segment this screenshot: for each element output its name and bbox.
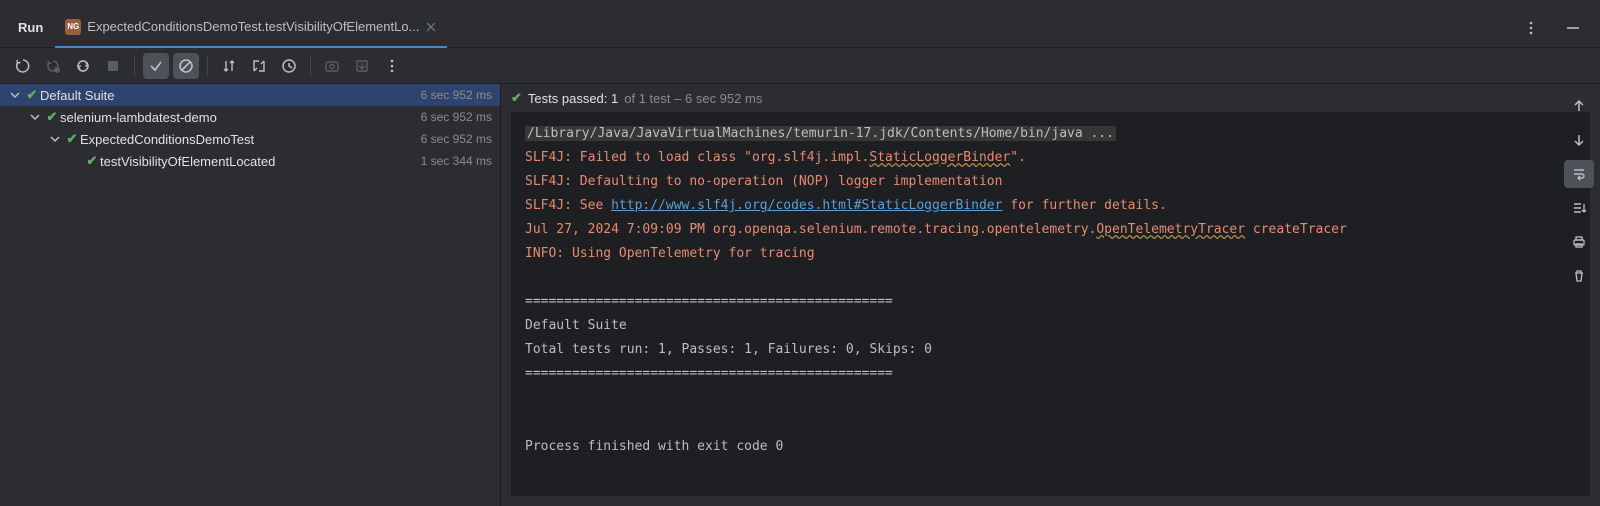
pass-check-icon: ✔ [84, 153, 100, 169]
testng-file-icon: NG [65, 19, 81, 35]
run-tool-header: Run NG ExpectedConditionsDemoTest.testVi… [0, 8, 1600, 48]
rerun-failed-icon[interactable] [40, 53, 66, 79]
pass-check-icon: ✔ [64, 131, 80, 147]
test-node-name: Default Suite [40, 88, 421, 103]
partial-tab-peek: LambdaTestECommerceTests [130, 0, 303, 1]
close-tab-icon[interactable] [425, 21, 437, 33]
test-tree-row[interactable]: ✔ExpectedConditionsDemoTest6 sec 952 ms [0, 128, 500, 150]
console-java-path: /Library/Java/JavaVirtualMachines/temuri… [525, 126, 1116, 141]
summary-dash: – [674, 91, 681, 106]
toolbar-divider [207, 56, 208, 76]
soft-wrap-icon[interactable] [1564, 160, 1594, 188]
show-ignored-icon[interactable] [173, 53, 199, 79]
console-line: Jul 27, 2024 7:09:09 PM org.openqa.selen… [525, 222, 1096, 237]
console-separator: ========================================… [525, 294, 893, 309]
stop-icon[interactable] [100, 53, 126, 79]
rerun-icon[interactable] [10, 53, 36, 79]
test-node-time: 1 sec 344 ms [421, 154, 492, 168]
sort-icon[interactable] [216, 53, 242, 79]
test-tree-row[interactable]: ✔testVisibilityOfElementLocated1 sec 344… [0, 150, 500, 172]
check-icon: ✔ [511, 90, 522, 106]
test-node-time: 6 sec 952 ms [421, 132, 492, 146]
console-separator: ========================================… [525, 366, 893, 381]
console-line: SLF4J: Failed to load class "org.slf4j.i… [525, 150, 869, 165]
test-tree[interactable]: ✔Default Suite6 sec 952 ms✔selenium-lamb… [0, 84, 500, 506]
toolbar-divider [310, 56, 311, 76]
summary-prefix: Tests passed: [528, 91, 608, 106]
console-link[interactable]: http://www.slf4j.org/codes.html#StaticLo… [611, 198, 1002, 213]
console-line: StaticLoggerBinder [869, 150, 1010, 165]
summary-passed-count: 1 [611, 91, 618, 106]
clear-all-icon[interactable] [1564, 262, 1594, 290]
test-node-name: selenium-lambdatest-demo [60, 110, 421, 125]
test-node-name: testVisibilityOfElementLocated [100, 154, 421, 169]
summary-of: of 1 test [624, 91, 670, 106]
minimize-icon[interactable] [1560, 15, 1586, 41]
pass-check-icon: ✔ [44, 109, 60, 125]
console-line: SLF4J: Defaulting to no-operation (NOP) … [525, 174, 1002, 189]
console-output[interactable]: /Library/Java/JavaVirtualMachines/temuri… [511, 112, 1590, 496]
more-actions-icon[interactable] [1518, 15, 1544, 41]
summary-duration: 6 sec 952 ms [685, 91, 762, 106]
test-tree-row[interactable]: ✔Default Suite6 sec 952 ms [0, 84, 500, 106]
chevron-down-icon[interactable] [10, 90, 24, 100]
chevron-down-icon[interactable] [50, 134, 64, 144]
run-tab-title: ExpectedConditionsDemoTest.testVisibilit… [87, 19, 419, 34]
toggle-autotest-icon[interactable] [70, 53, 96, 79]
test-node-name: ExpectedConditionsDemoTest [80, 132, 421, 147]
expand-all-icon[interactable] [246, 53, 272, 79]
export-tests-icon[interactable] [349, 53, 375, 79]
console-line: createTracer [1245, 222, 1347, 237]
console-line: for further details. [1002, 198, 1166, 213]
run-toolbar [0, 48, 1600, 84]
toolbar-divider [134, 56, 135, 76]
chevron-down-icon[interactable] [30, 112, 44, 122]
console-line: Process finished with exit code 0 [525, 439, 783, 454]
scroll-down-icon[interactable] [1564, 126, 1594, 154]
pass-check-icon: ✔ [24, 87, 40, 103]
scroll-to-end-icon[interactable] [1564, 194, 1594, 222]
console-line: INFO: Using OpenTelemetry for tracing [525, 246, 815, 261]
run-configuration-tab[interactable]: NG ExpectedConditionsDemoTest.testVisibi… [55, 8, 447, 48]
run-label: Run [0, 20, 55, 35]
test-tree-row[interactable]: ✔selenium-lambdatest-demo6 sec 952 ms [0, 106, 500, 128]
console-line: Total tests run: 1, Passes: 1, Failures:… [525, 342, 932, 357]
console-line: OpenTelemetryTracer [1096, 222, 1245, 237]
scroll-up-icon[interactable] [1564, 92, 1594, 120]
test-node-time: 6 sec 952 ms [421, 88, 492, 102]
console-side-toolbar [1558, 84, 1600, 290]
test-summary: ✔ Tests passed: 1 of 1 test – 6 sec 952 … [501, 84, 1600, 112]
test-history-icon[interactable] [276, 53, 302, 79]
toolbar-more-icon[interactable] [379, 53, 405, 79]
test-node-time: 6 sec 952 ms [421, 110, 492, 124]
import-tests-icon[interactable] [319, 53, 345, 79]
show-passed-icon[interactable] [143, 53, 169, 79]
console-line: Default Suite [525, 318, 627, 333]
console-line: ". [1010, 150, 1026, 165]
console-line: SLF4J: See [525, 198, 611, 213]
print-icon[interactable] [1564, 228, 1594, 256]
